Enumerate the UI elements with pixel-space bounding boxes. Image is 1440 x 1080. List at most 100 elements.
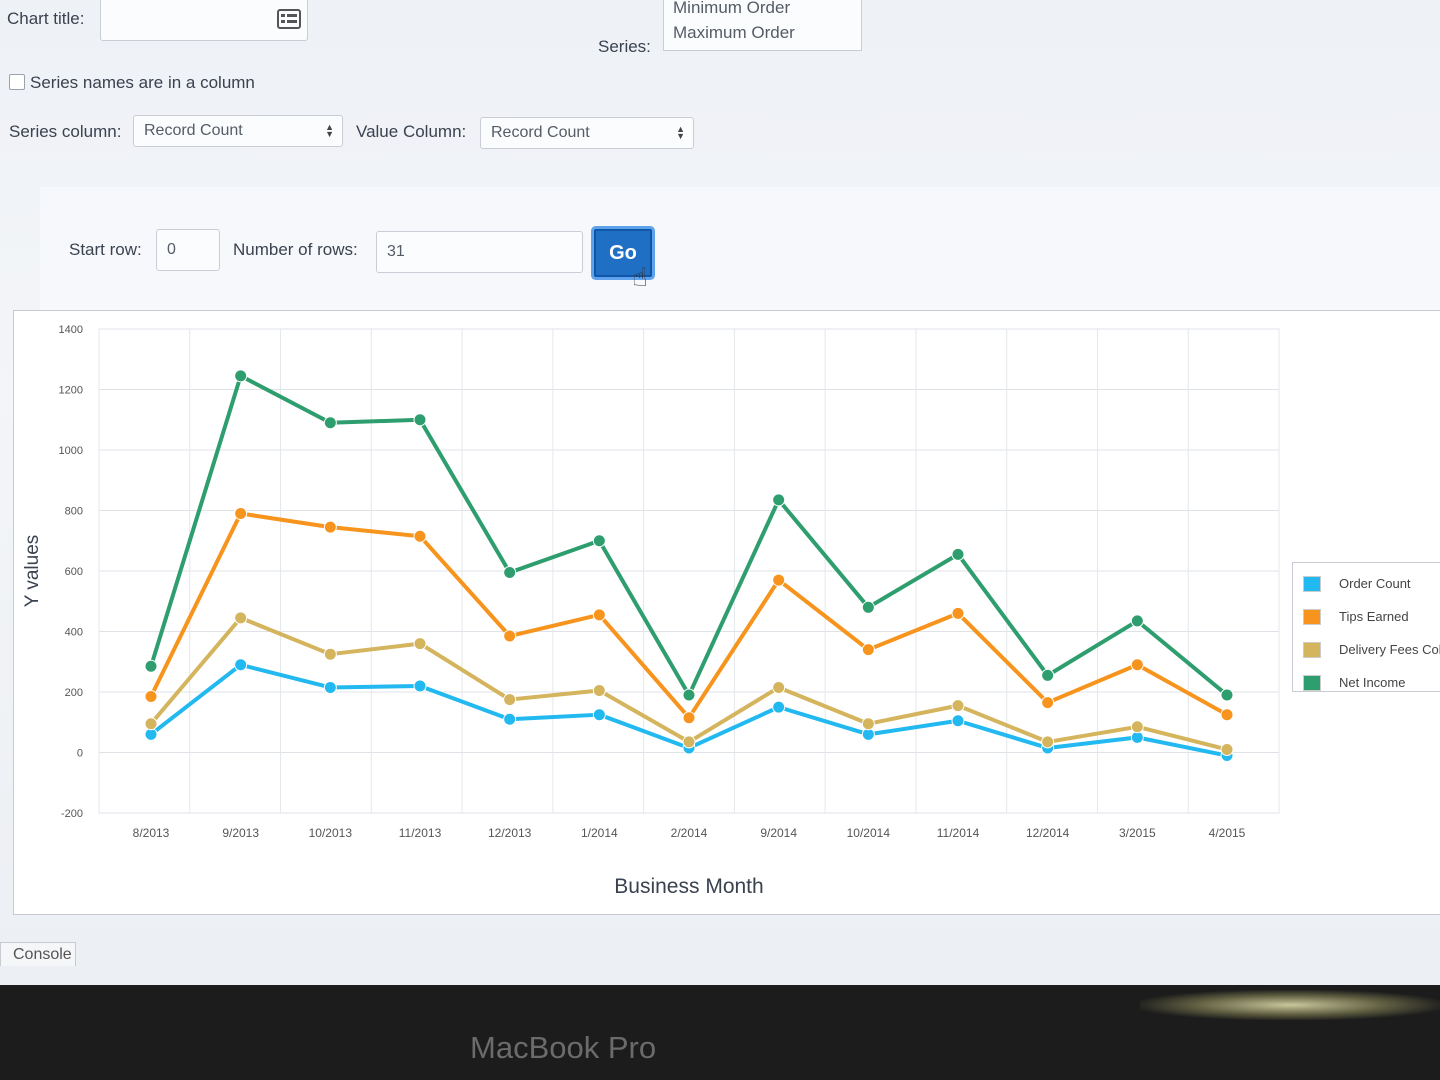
data-point[interactable] xyxy=(1130,614,1144,628)
y-tick-label: 1000 xyxy=(59,445,83,457)
legend-swatch xyxy=(1303,608,1321,625)
start-row-label: Start row: xyxy=(69,240,142,259)
chart-title-input[interactable] xyxy=(100,0,308,41)
x-tick-label: 11/2013 xyxy=(399,826,442,840)
hand-pointer-icon: ☝ xyxy=(632,262,648,292)
data-point[interactable] xyxy=(772,573,786,587)
data-point[interactable] xyxy=(1041,735,1055,749)
value-column-select[interactable]: Record Count ▲ ▼ xyxy=(480,117,694,149)
value-column-label: Value Column: xyxy=(356,122,467,141)
data-point[interactable] xyxy=(234,507,248,521)
data-point[interactable] xyxy=(413,529,427,543)
data-point[interactable] xyxy=(861,600,875,614)
x-axis-label: Business Month xyxy=(614,875,763,898)
series-label: Series: xyxy=(598,37,651,56)
data-point[interactable] xyxy=(1041,696,1055,710)
legend-swatch xyxy=(1303,575,1321,592)
screen: Chart title: Series: Minimum Order Maxim… xyxy=(0,0,1440,985)
x-tick-label: 1/2014 xyxy=(581,826,618,840)
data-point[interactable] xyxy=(592,708,606,722)
series-column-select[interactable]: Record Count ▲ ▼ xyxy=(133,115,343,147)
x-tick-label: 9/2014 xyxy=(760,826,797,840)
y-axis-label: Y values xyxy=(22,535,43,608)
num-rows-input[interactable]: 31 xyxy=(376,231,583,273)
data-point[interactable] xyxy=(234,611,248,625)
series-option[interactable]: Minimum Order xyxy=(673,0,852,20)
data-point[interactable] xyxy=(1130,658,1144,672)
data-point[interactable] xyxy=(682,735,696,749)
data-point[interactable] xyxy=(413,413,427,427)
data-point[interactable] xyxy=(772,680,786,694)
x-tick-label: 4/2015 xyxy=(1209,826,1246,840)
data-point[interactable] xyxy=(413,637,427,651)
chart-panel: -200 0 200 400 600 800 1000 1200 1400 8/2013 9/201… xyxy=(13,310,1440,915)
data-point[interactable] xyxy=(951,699,965,713)
start-row-input[interactable]: 0 xyxy=(156,229,220,271)
data-point[interactable] xyxy=(323,520,337,534)
value-column-value: Record Count xyxy=(491,124,590,141)
data-point[interactable] xyxy=(861,643,875,657)
data-point[interactable] xyxy=(951,547,965,561)
series-listbox[interactable]: Minimum Order Maximum Order xyxy=(663,0,862,51)
data-point[interactable] xyxy=(503,693,517,707)
data-point[interactable] xyxy=(592,534,606,548)
console-tab[interactable]: Console xyxy=(0,942,76,966)
data-point[interactable] xyxy=(1041,668,1055,682)
y-tick-label: 800 xyxy=(65,506,83,518)
line-chart: -200 0 200 400 600 800 1000 1200 1400 8/2013 9/201… xyxy=(22,324,1280,898)
chart-title-label: Chart title: xyxy=(7,9,85,28)
data-point[interactable] xyxy=(323,416,337,430)
x-tick-label: 10/2013 xyxy=(309,826,353,840)
chart-legend: Order Count Tips Earned Delivery Fees Co… xyxy=(1292,562,1440,692)
data-point[interactable] xyxy=(503,712,517,726)
bezel-brand-label: MacBook Pro xyxy=(470,1030,657,1065)
data-point[interactable] xyxy=(1220,688,1234,702)
data-point[interactable] xyxy=(951,606,965,620)
data-point[interactable] xyxy=(323,680,337,694)
data-point[interactable] xyxy=(772,700,786,714)
legend-item[interactable]: Net Income xyxy=(1303,666,1440,699)
data-point[interactable] xyxy=(592,608,606,622)
series-names-label: Series names are in a column xyxy=(30,73,255,92)
data-point[interactable] xyxy=(682,688,696,702)
data-point[interactable] xyxy=(1130,720,1144,734)
data-point[interactable] xyxy=(1220,742,1234,756)
data-point[interactable] xyxy=(951,714,965,728)
legend-item[interactable]: Order Count xyxy=(1303,567,1440,600)
data-point[interactable] xyxy=(144,690,158,704)
series-option[interactable]: Maximum Order xyxy=(673,20,852,45)
data-point[interactable] xyxy=(323,647,337,661)
series-names-checkbox[interactable] xyxy=(9,74,25,90)
x-tick-label: 10/2014 xyxy=(847,826,891,840)
x-tick-label: 8/2013 xyxy=(133,826,170,840)
data-point[interactable] xyxy=(1220,708,1234,722)
y-tick-label: 0 xyxy=(77,748,83,760)
data-point[interactable] xyxy=(772,493,786,507)
legend-label: Delivery Fees Coll xyxy=(1339,642,1440,657)
legend-label: Order Count xyxy=(1339,576,1411,591)
x-tick-label: 11/2014 xyxy=(937,826,980,840)
data-point[interactable] xyxy=(413,679,427,693)
data-point[interactable] xyxy=(503,566,517,580)
x-tick-label: 12/2013 xyxy=(488,826,532,840)
form-list-icon[interactable] xyxy=(277,9,301,34)
data-point[interactable] xyxy=(861,717,875,731)
data-point[interactable] xyxy=(234,369,248,383)
data-point[interactable] xyxy=(592,683,606,697)
data-point[interactable] xyxy=(144,717,158,731)
num-rows-value: 31 xyxy=(387,243,405,260)
legend-swatch xyxy=(1303,674,1321,691)
data-point[interactable] xyxy=(144,659,158,673)
legend-item[interactable]: Delivery Fees Coll xyxy=(1303,633,1440,666)
num-rows-label: Number of rows: xyxy=(233,240,358,259)
data-point[interactable] xyxy=(234,658,248,672)
legend-item[interactable]: Tips Earned xyxy=(1303,600,1440,633)
select-arrows-icon: ▲ ▼ xyxy=(325,122,334,139)
select-arrows-icon: ▲ ▼ xyxy=(676,124,685,141)
data-point[interactable] xyxy=(503,629,517,643)
y-tick-label: 200 xyxy=(65,687,83,699)
x-tick-label: 3/2015 xyxy=(1119,826,1156,840)
start-row-value: 0 xyxy=(167,241,176,258)
legend-label: Tips Earned xyxy=(1339,609,1409,624)
data-point[interactable] xyxy=(682,711,696,725)
